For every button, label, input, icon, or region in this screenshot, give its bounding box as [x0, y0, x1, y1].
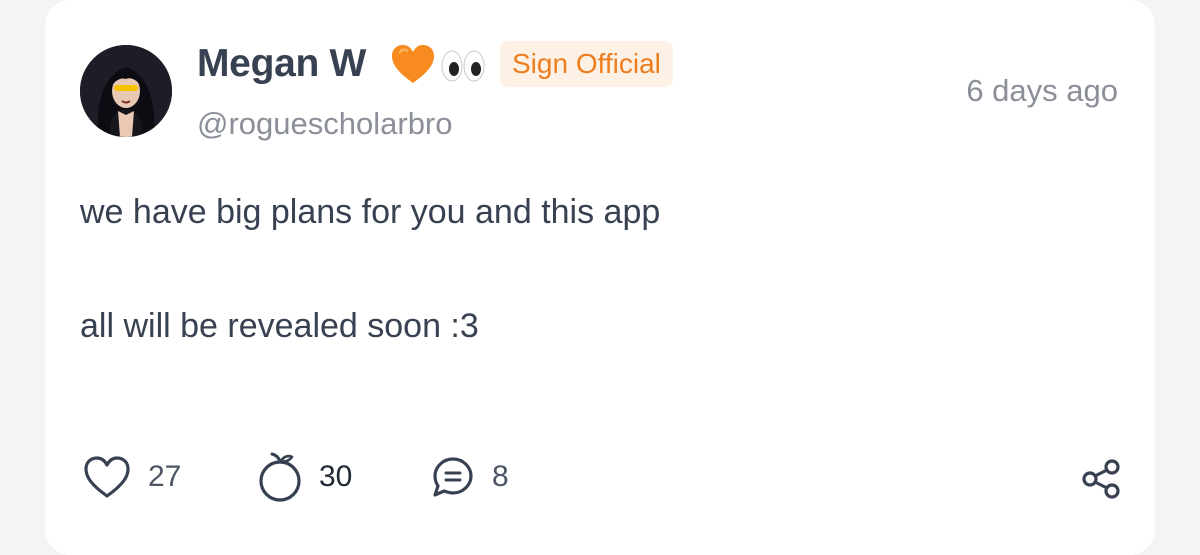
post-timestamp: 6 days ago — [966, 73, 1118, 108]
avatar[interactable] — [80, 45, 172, 137]
share-icon — [1080, 459, 1122, 504]
like-button[interactable]: 27 — [82, 448, 181, 506]
author-display-name[interactable]: Megan W — [197, 42, 366, 86]
heart-icon — [82, 454, 132, 500]
comment-icon — [430, 454, 476, 500]
orange-count: 30 — [319, 460, 353, 493]
orange-button[interactable]: 30 — [257, 448, 352, 506]
post-body-line: all will be revealed soon :3 — [80, 307, 479, 345]
status-badge: Sign Official — [500, 41, 673, 87]
author-handle[interactable]: @roguescholarbro — [197, 106, 453, 142]
eyes-emoji-icon — [440, 48, 486, 89]
post-card: Megan W Sign Official @roguescholarbro 6… — [45, 0, 1155, 555]
post-body-line: we have big plans for you and this app — [80, 193, 661, 231]
comment-button[interactable]: 8 — [430, 448, 509, 506]
orange-heart-emoji-icon — [390, 43, 436, 90]
comment-count: 8 — [492, 460, 509, 493]
orange-icon — [257, 450, 303, 504]
share-button[interactable] — [1080, 458, 1122, 505]
like-count: 27 — [148, 460, 182, 493]
avatar-image — [80, 45, 172, 137]
